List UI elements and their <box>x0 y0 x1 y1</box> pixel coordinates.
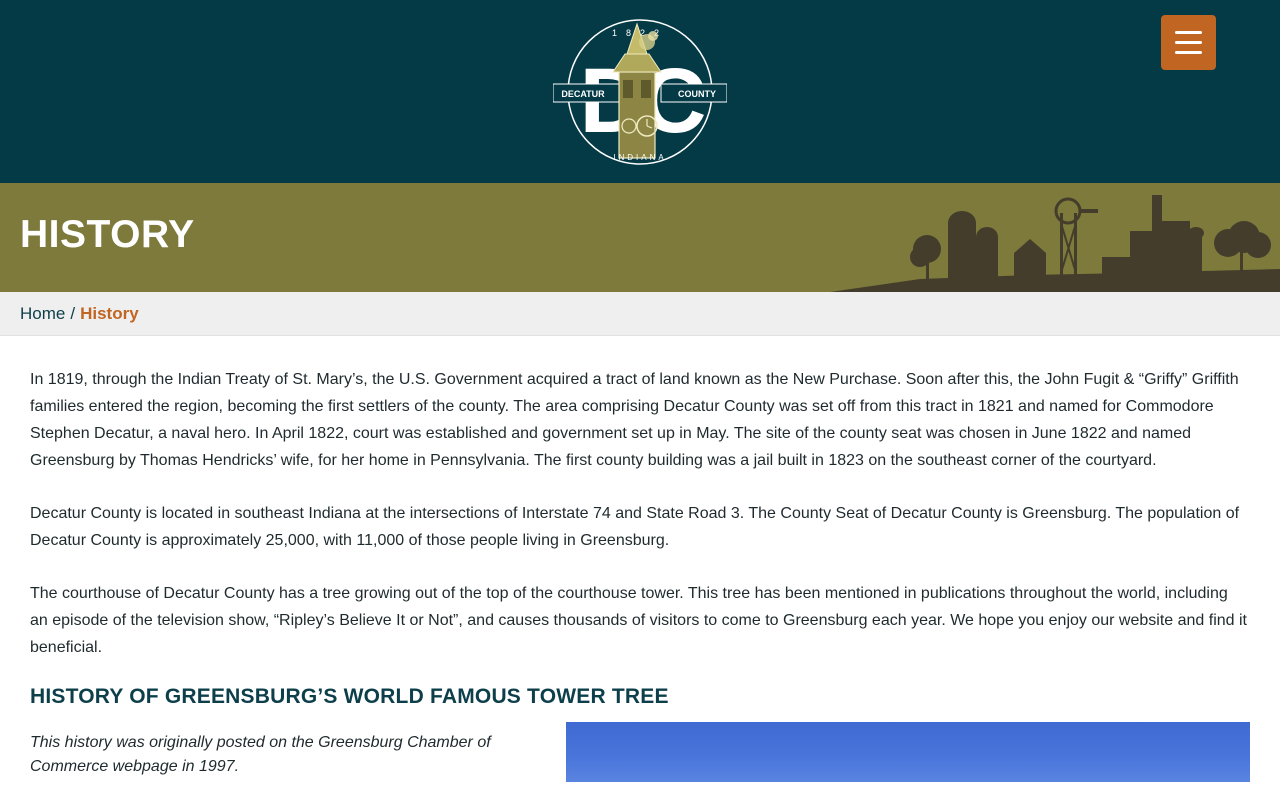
tower-tree-photo <box>566 722 1250 782</box>
breadcrumb-home-link[interactable]: Home <box>20 304 65 323</box>
breadcrumb-current: History <box>80 304 139 323</box>
logo-state: INDIANA <box>613 153 666 162</box>
hamburger-icon <box>1175 31 1202 34</box>
history-paragraph: The courthouse of Decatur County has a t… <box>30 585 1247 656</box>
hamburger-icon <box>1175 41 1202 44</box>
breadcrumb: Home / History <box>0 292 1280 336</box>
clock-tower-icon <box>612 22 662 159</box>
page-banner: HISTORY <box>0 183 1280 292</box>
history-source-note: This history was originally posted on th… <box>30 734 491 775</box>
tower-tree-heading: HISTORY OF GREENSBURG’S WORLD FAMOUS TOW… <box>30 685 669 708</box>
county-seal-icon: 1822 DC DECATUR COUNTY INDIANA <box>552 19 728 165</box>
main-content: In 1819, through the Indian Treaty of St… <box>30 366 1250 791</box>
logo-left-word: DECATUR <box>561 89 605 99</box>
menu-button[interactable] <box>1161 15 1216 70</box>
page-title: HISTORY <box>20 213 195 256</box>
site-header: 1822 DC DECATUR COUNTY INDIANA <box>0 0 1280 183</box>
hamburger-icon <box>1175 51 1202 54</box>
breadcrumb-separator: / <box>70 304 76 323</box>
history-paragraph: In 1819, through the Indian Treaty of St… <box>30 371 1239 469</box>
logo-right-word: COUNTY <box>678 89 716 99</box>
history-paragraph: Decatur County is located in southeast I… <box>30 505 1240 549</box>
county-logo[interactable]: 1822 DC DECATUR COUNTY INDIANA <box>552 14 728 168</box>
farm-skyline-illustration <box>830 195 1280 292</box>
